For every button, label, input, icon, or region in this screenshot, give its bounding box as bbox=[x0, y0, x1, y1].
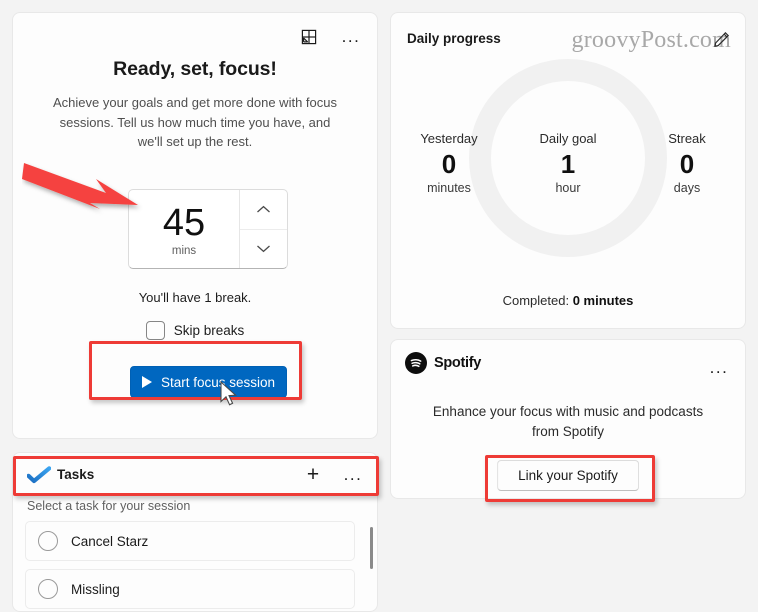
tasks-header[interactable]: Tasks + ... bbox=[13, 453, 377, 496]
tasks-scrollbar[interactable] bbox=[370, 527, 373, 569]
focus-duration-display: 45 mins bbox=[129, 190, 239, 268]
tasks-card: Tasks + ... Select a task for your sessi… bbox=[12, 452, 378, 612]
skip-breaks-checkbox[interactable]: Skip breaks bbox=[13, 321, 377, 340]
chevron-up-icon[interactable] bbox=[240, 190, 287, 229]
list-item[interactable]: Missling bbox=[25, 569, 355, 609]
daily-progress-card: Daily progress groovyPost.com Yesterday … bbox=[390, 12, 746, 329]
task-label: Cancel Starz bbox=[71, 533, 149, 549]
todo-check-icon bbox=[27, 465, 53, 484]
task-checkbox-icon[interactable] bbox=[38, 579, 58, 599]
checkbox-icon bbox=[145, 321, 165, 340]
spotify-brand-name: Spotify bbox=[434, 355, 482, 371]
stat-unit: days bbox=[673, 181, 701, 195]
stat-daily-goal: Daily goal 1 hour bbox=[508, 131, 628, 195]
app-stage: ... Ready, set, focus! Achieve your goal… bbox=[0, 0, 758, 612]
link-your-spotify-button[interactable]: Link your Spotify bbox=[497, 460, 639, 491]
stat-label: Streak bbox=[668, 131, 706, 146]
more-options-icon: ... bbox=[341, 27, 361, 46]
tasks-title: Tasks bbox=[57, 467, 95, 482]
focus-session-card: ... Ready, set, focus! Achieve your goal… bbox=[12, 12, 378, 439]
stat-value: 0 bbox=[441, 149, 457, 179]
start-focus-session-label: Start focus session bbox=[160, 374, 276, 390]
timer-unit: mins bbox=[171, 244, 197, 257]
tasks-subtitle: Select a task for your session bbox=[27, 499, 191, 513]
focus-more-options-button[interactable]: ... bbox=[337, 23, 365, 51]
completed-prefix: Completed: bbox=[502, 293, 573, 308]
stat-value: 0 bbox=[679, 149, 695, 179]
tasks-header-actions: + ... bbox=[299, 461, 367, 489]
task-label: Missling bbox=[71, 581, 120, 597]
stat-label: Yesterday bbox=[420, 131, 478, 146]
plus-icon: + bbox=[306, 462, 320, 486]
skip-breaks-label: Skip breaks bbox=[173, 323, 245, 338]
spotify-card: Spotify ... Enhance your focus with musi… bbox=[390, 339, 746, 499]
more-options-icon: ... bbox=[709, 358, 729, 377]
add-task-button[interactable]: + bbox=[299, 461, 327, 489]
timer-value: 45 bbox=[162, 201, 206, 244]
pop-out-icon[interactable] bbox=[295, 23, 323, 51]
daily-progress-title: Daily progress bbox=[407, 31, 501, 46]
spotify-more-options-button[interactable]: ... bbox=[705, 354, 733, 382]
break-note: You'll have 1 break. bbox=[138, 290, 252, 305]
spinner-arrows bbox=[239, 190, 287, 268]
spotify-brand: Spotify bbox=[405, 352, 481, 374]
completed-status: Completed: 0 minutes bbox=[391, 293, 745, 308]
focus-card-title: Ready, set, focus! bbox=[113, 58, 277, 80]
focus-duration-spinner[interactable]: 45 mins bbox=[128, 189, 288, 269]
start-focus-session-button[interactable]: Start focus session bbox=[130, 366, 287, 398]
spotify-description: Enhance your focus with music and podcas… bbox=[432, 404, 704, 439]
stat-label: Daily goal bbox=[539, 131, 597, 146]
stat-yesterday: Yesterday 0 minutes bbox=[401, 131, 497, 195]
stat-streak: Streak 0 days bbox=[639, 131, 735, 195]
spotify-logo-icon bbox=[405, 352, 427, 374]
tasks-more-options-button[interactable]: ... bbox=[339, 461, 367, 489]
list-item[interactable]: Cancel Starz bbox=[25, 521, 355, 561]
pencil-edit-icon[interactable] bbox=[707, 25, 735, 53]
focus-card-header-actions: ... bbox=[295, 23, 365, 51]
play-icon bbox=[141, 376, 152, 388]
completed-value: 0 minutes bbox=[572, 293, 634, 308]
more-options-icon: ... bbox=[343, 464, 363, 484]
stat-value: 1 bbox=[560, 149, 576, 179]
stat-unit: hour bbox=[555, 181, 581, 195]
stat-unit: minutes bbox=[427, 181, 471, 195]
task-checkbox-icon[interactable] bbox=[38, 531, 58, 551]
focus-card-description: Achieve your goals and get more done wit… bbox=[52, 95, 337, 149]
chevron-down-icon[interactable] bbox=[240, 228, 287, 269]
